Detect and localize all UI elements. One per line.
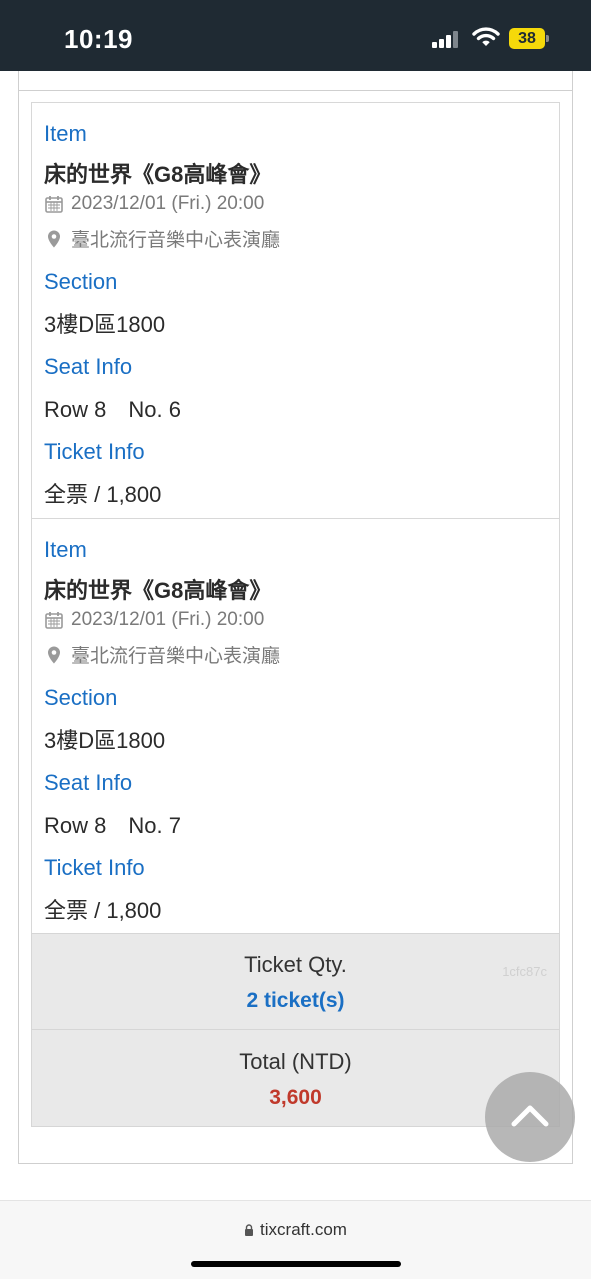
event-name: 床的世界《G8高峰會》 [44, 162, 272, 187]
ticket-qty-label: Ticket Qty. [244, 952, 347, 977]
event-datetime: 2023/12/01 (Fri.) 20:00 [44, 609, 264, 631]
ticket-info-label: Ticket Info [44, 439, 145, 464]
event-name: 床的世界《G8高峰會》 [44, 578, 272, 603]
scroll-to-top-button[interactable] [485, 1072, 575, 1162]
ticket-qty-value: 2 ticket(s) [246, 989, 345, 1012]
browser-address-bar: tixcraft.com [0, 1200, 591, 1279]
status-time: 10:19 [64, 24, 133, 54]
ticket-info-value: 全票 / 1,800 [44, 898, 162, 923]
url-text: tixcraft.com [260, 1220, 347, 1239]
seat-info-label: Seat Info [44, 354, 133, 379]
battery-tip [546, 35, 549, 42]
ticket-info-label: Ticket Info [44, 855, 145, 880]
ticket-card: Item 床的世界《G8高峰會》 2023/12/01 (Fri.) 20:00… [31, 102, 560, 519]
section-label: Section [44, 269, 118, 294]
section-value: 3樓D區1800 [44, 312, 166, 337]
address-field[interactable]: tixcraft.com [0, 1220, 591, 1240]
seat-info-value: Row 8 No. 7 [44, 813, 181, 838]
location-pin-icon [48, 230, 60, 247]
divider [18, 90, 573, 91]
event-venue: 臺北流行音樂中心表演廳 [44, 641, 280, 668]
venue-text: 臺北流行音樂中心表演廳 [71, 646, 281, 667]
section-label: Section [44, 685, 118, 710]
battery-indicator: 38 [509, 28, 545, 49]
home-indicator[interactable] [191, 1261, 401, 1267]
item-label: Item [44, 121, 87, 146]
total-panel: Total (NTD) 3,600 [31, 1029, 560, 1127]
event-datetime: 2023/12/01 (Fri.) 20:00 [44, 193, 264, 215]
ticket-qty-panel: Ticket Qty. 2 ticket(s) 1cfc87c [31, 933, 560, 1030]
ticket-card: Item 床的世界《G8高峰會》 2023/12/01 (Fri.) 20:00… [31, 518, 560, 934]
seat-info-value: Row 8 No. 6 [44, 397, 181, 422]
section-value: 3樓D區1800 [44, 728, 166, 753]
total-value: 3,600 [269, 1086, 322, 1109]
wifi-icon [472, 27, 500, 46]
status-bar: 10:19 38 [0, 0, 591, 71]
lock-icon [245, 1224, 254, 1236]
item-label: Item [44, 537, 87, 562]
event-venue: 臺北流行音樂中心表演廳 [44, 225, 280, 252]
calendar-icon [45, 196, 63, 213]
cellular-signal-icon [432, 30, 462, 48]
datetime-text: 2023/12/01 (Fri.) 20:00 [71, 609, 265, 630]
calendar-icon [45, 612, 63, 629]
total-label: Total (NTD) [239, 1049, 352, 1074]
order-code: 1cfc87c [502, 964, 547, 979]
location-pin-icon [48, 646, 60, 663]
ticket-info-value: 全票 / 1,800 [44, 482, 162, 507]
seat-info-label: Seat Info [44, 770, 133, 795]
datetime-text: 2023/12/01 (Fri.) 20:00 [71, 193, 265, 214]
venue-text: 臺北流行音樂中心表演廳 [71, 230, 281, 251]
chevron-up-icon [511, 1105, 549, 1127]
